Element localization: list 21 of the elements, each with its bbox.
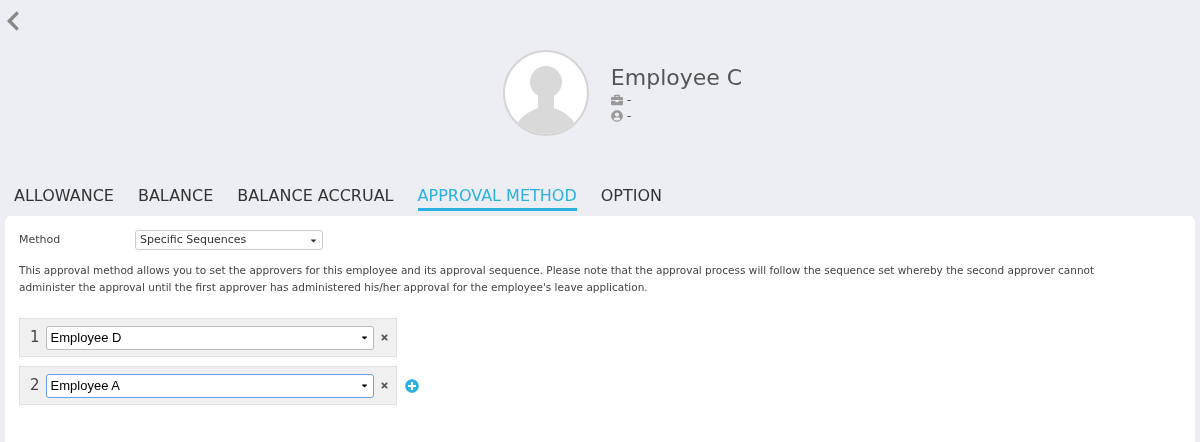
method-label: Method	[19, 231, 62, 248]
role-text: -	[626, 108, 632, 124]
sequence-number: 1	[30, 327, 40, 349]
caret-icon	[359, 381, 369, 390]
caret-icon	[359, 333, 369, 342]
back-icon[interactable]	[6, 10, 20, 32]
tab[interactable]: BALANCE ACCRUAL	[237, 184, 394, 211]
briefcase-icon	[610, 94, 623, 106]
remove-icon[interactable]	[379, 381, 389, 390]
approver-select[interactable]: Employee A	[45, 373, 374, 398]
method-description: This approval method allows you to set the approvers for this employee and its approval sequence. Please note that the approval process will follow the sequence set whereby the second approver cannot administer the approval until the first approver has administered his/her approval for the employee's leave application.	[19, 263, 1096, 295]
employee-name: Employee C	[610, 64, 743, 92]
position-text: -	[626, 92, 632, 108]
user-icon	[610, 110, 623, 122]
sequence-number: 2	[30, 375, 40, 397]
method-select[interactable]: Specific Sequences	[135, 230, 323, 250]
approver-select[interactable]: Employee D	[45, 325, 374, 350]
tab[interactable]: OPTION	[600, 184, 662, 211]
tab[interactable]: ALLOWANCE	[14, 184, 114, 211]
remove-icon[interactable]	[379, 333, 389, 342]
tab[interactable]: BALANCE	[137, 184, 214, 211]
